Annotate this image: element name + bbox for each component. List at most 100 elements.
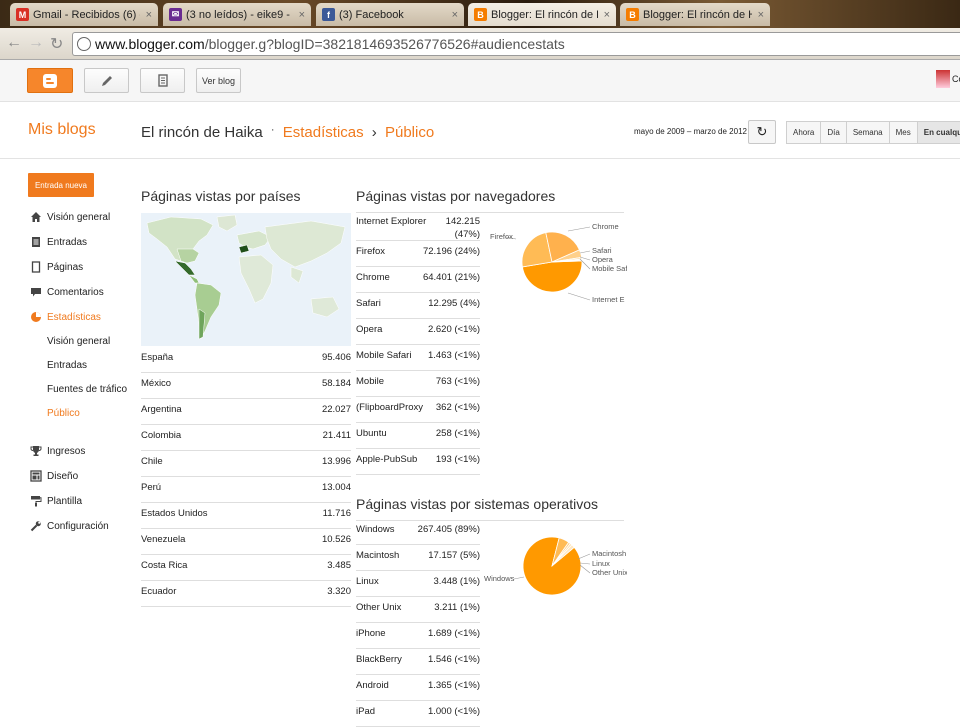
back-arrow-icon[interactable]: ← (6, 34, 22, 52)
reload-icon[interactable]: ↻ (50, 34, 63, 54)
sidebar-subitem-posts[interactable]: Entradas (47, 360, 87, 371)
os-value: 17.157 (5%) (428, 550, 480, 561)
sidebar-item-pages[interactable]: Páginas (30, 261, 83, 273)
sidebar-item-label: Páginas (47, 261, 84, 273)
table-row: Mobile Safari 1.463 (<1%) (356, 345, 480, 371)
breadcrumb: El rincón de Haika · Estadísticas › Públ… (141, 124, 434, 141)
os-value: 3.448 (1%) (433, 576, 480, 587)
range-selector: Ahora Día Semana Mes En cualquier moment… (786, 121, 960, 144)
country-value: 21.411 (322, 430, 351, 441)
address-bar[interactable]: www.blogger.com /blogger.g?blogID=382181… (72, 32, 960, 56)
browser-tab-facebook[interactable]: f (3) Facebook × (316, 3, 464, 26)
table-row: iPad 1.000 (<1%) (356, 701, 480, 727)
world-map[interactable] (141, 213, 351, 346)
pie-slices (522, 536, 582, 596)
stats-icon (30, 311, 42, 323)
sidebar-item-stats[interactable]: Estadísticas (30, 311, 101, 323)
sidebar-item-overview[interactable]: Visión general (30, 211, 110, 223)
view-blog-button[interactable]: Ver blog (196, 68, 241, 93)
globe-icon (77, 37, 91, 51)
yahoo-icon: ✉ (169, 8, 182, 21)
sidebar-item-settings[interactable]: Configuración (30, 520, 109, 532)
new-post-button[interactable]: Entrada nueva (28, 173, 94, 197)
sidebar-item-label: Entradas (47, 236, 88, 248)
range-month-button[interactable]: Mes (888, 121, 918, 144)
home-icon (30, 211, 42, 223)
table-row: Safari 12.295 (4%) (356, 293, 480, 319)
browser-tab-yahoo[interactable]: ✉ (3 no leídos) - eike9 - Yahoo × (163, 3, 311, 26)
close-icon[interactable]: × (146, 9, 152, 21)
close-icon[interactable]: × (299, 9, 305, 21)
table-row: Android 1.365 (<1%) (356, 675, 480, 701)
table-row: Ubuntu 258 (<1%) (356, 423, 480, 449)
table-row: Opera 2.620 (<1%) (356, 319, 480, 345)
sidebar-item-layout[interactable]: Diseño (30, 470, 78, 482)
country-name: Perú (141, 482, 162, 493)
sidebar-item-posts[interactable]: Entradas (30, 236, 87, 248)
browser-value: 193 (<1%) (435, 454, 480, 465)
sidebar-item-label: Estadísticas (47, 311, 101, 323)
os-name: Linux (356, 576, 379, 587)
gmail-icon: M (16, 8, 29, 21)
close-icon[interactable]: × (758, 9, 764, 21)
sidebar-item-earnings[interactable]: Ingresos (30, 445, 85, 457)
tab-title: (3 no leídos) - eike9 - Yahoo (186, 8, 293, 21)
forward-arrow-icon[interactable]: → (28, 34, 44, 52)
range-alltime-button[interactable]: En cualquier momento (916, 121, 960, 144)
browser-name: Ubuntu (356, 428, 387, 439)
table-row: Argentina 22.027 (141, 399, 351, 425)
os-name: iPad (356, 706, 376, 717)
table-row: Costa Rica 3.485 (141, 555, 351, 581)
browser-name: Internet Explorer (356, 216, 427, 227)
sidebar-subitem-audience[interactable]: Público (47, 408, 80, 419)
posts-icon (30, 236, 42, 248)
range-now-button[interactable]: Ahora (786, 121, 822, 144)
browser-tab-blogger-active[interactable]: B Blogger: El rincón de Haika × (468, 3, 616, 26)
country-name: Colombia (141, 430, 182, 441)
os-value: 267.405 (89%) (417, 524, 480, 535)
os-value: 1.000 (<1%) (427, 706, 480, 717)
breadcrumb-blog-name[interactable]: El rincón de Haika (141, 124, 263, 141)
table-row: Apple-PubSub 193 (<1%) (356, 449, 480, 475)
country-name: Argentina (141, 404, 182, 415)
account-menu[interactable]: Co (936, 70, 960, 88)
browser-name: Firefox (356, 246, 386, 257)
breadcrumb-separator: › (371, 124, 377, 141)
my-blogs-link[interactable]: Mis blogs (28, 121, 96, 139)
pie-label: Safari (592, 246, 612, 255)
browser-name: Apple-PubSub (356, 454, 418, 465)
sidebar-item-label: Plantilla (47, 495, 83, 507)
range-day-button[interactable]: Día (820, 121, 847, 144)
country-value: 13.996 (321, 456, 351, 467)
sidebar-item-comments[interactable]: Comentarios (30, 286, 104, 298)
os-value: 1.365 (<1%) (427, 680, 480, 691)
refresh-button[interactable]: ↻ (748, 120, 776, 144)
table-row: Chrome 64.401 (21%) (356, 267, 480, 293)
sidebar-item-template[interactable]: Plantilla (30, 495, 82, 507)
date-range: mayo de 2009 – marzo de 2012 (634, 127, 747, 136)
new-post-button[interactable] (84, 68, 129, 93)
pie-label: Macintosh (592, 549, 626, 558)
posts-list-button[interactable] (140, 68, 185, 93)
sidebar-subitem-traffic-sources[interactable]: Fuentes de tráfico (47, 384, 127, 395)
country-value: 22.027 (321, 404, 351, 415)
browser-value: 763 (<1%) (435, 376, 480, 387)
country-name: Ecuador (141, 586, 177, 597)
os-pie-chart: Macintosh Linux Other Unix Windows (484, 536, 627, 596)
browser-value: 1.463 (<1%) (427, 350, 480, 361)
blogger-logo-button[interactable] (27, 68, 73, 93)
close-icon[interactable]: × (452, 9, 458, 21)
sidebar-item-label: Diseño (47, 470, 79, 482)
pie-label: Firefox (490, 232, 513, 241)
range-week-button[interactable]: Semana (845, 121, 890, 144)
table-row: Colombia 21.411 (141, 425, 351, 451)
country-name: Chile (141, 456, 163, 467)
os-value: 1.689 (<1%) (427, 628, 480, 639)
breadcrumb-stats[interactable]: Estadísticas (283, 124, 364, 141)
browser-tab-blogger[interactable]: B Blogger: El rincón de Haika × (620, 3, 770, 26)
sidebar-subitem-overview[interactable]: Visión general (47, 336, 110, 347)
country-value: 13.004 (321, 482, 351, 493)
browser-tab-gmail[interactable]: M Gmail - Recibidos (6) - koria × (10, 3, 158, 26)
country-name: España (141, 352, 174, 363)
close-icon[interactable]: × (604, 9, 610, 21)
